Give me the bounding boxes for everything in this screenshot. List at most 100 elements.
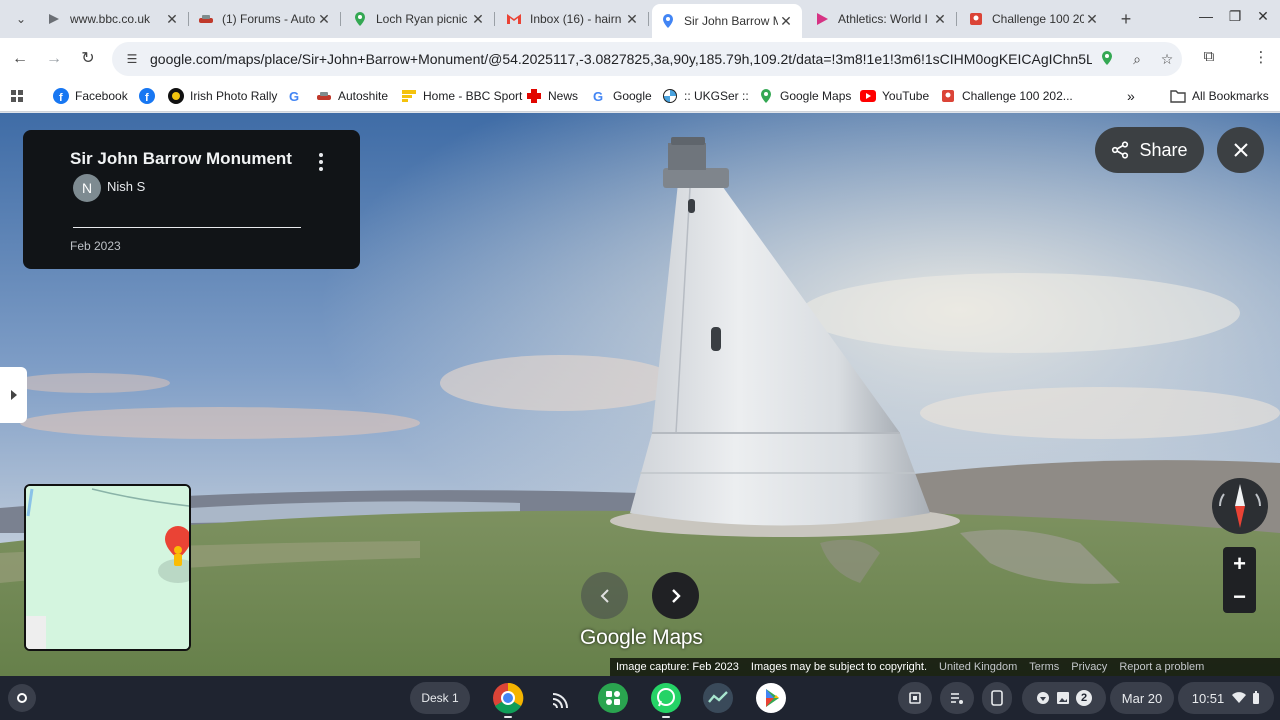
google-icon: G [591,88,607,104]
minimize-icon[interactable]: — [1196,8,1216,24]
phone-hub-button[interactable] [982,682,1012,714]
bookmark-bbc-sport[interactable]: Home - BBC Sport [401,86,522,106]
tab-title: Challenge 100 20 [992,12,1084,26]
restore-icon[interactable]: ❐ [1225,8,1245,25]
tab-bbc[interactable]: www.bbc.co.uk ✕ [38,4,189,34]
menu-icon[interactable]: ⋮ [1250,48,1272,66]
zoom-icon[interactable]: ⌕ [1122,51,1152,68]
whatsapp-app-icon[interactable] [650,682,682,714]
tab-sir-john-barrow[interactable]: Sir John Barrow M ✕ [652,4,802,38]
all-bookmarks[interactable]: All Bookmarks [1170,86,1269,106]
browser-toolbar: ← → ↻ ☰ google.com/maps/place/Sir+John+B… [0,38,1280,80]
zoom-in-button[interactable]: + [1223,547,1256,580]
holding-space-button[interactable] [898,682,932,714]
bookmark-facebook[interactable]: f Facebook [53,86,128,106]
stocks-app-icon[interactable] [702,682,734,714]
os-shelf: Desk 1 2 Mar 20 10:51 [0,676,1280,720]
image-icon [1057,692,1069,704]
bookmark-facebook-2[interactable]: f [139,86,161,106]
svg-text:f: f [59,92,63,104]
region-link[interactable]: United Kingdom [939,661,1017,673]
mini-map-drawing [26,486,189,649]
car-icon [316,88,332,104]
close-street-view-button[interactable] [1217,127,1264,173]
bookmark-star-icon[interactable]: ☆ [1152,51,1182,68]
tab-title: Loch Ryan picnic [376,12,468,26]
tab-loch-ryan[interactable]: Loch Ryan picnic ✕ [344,4,495,34]
tab-search-chevron-icon[interactable]: ⌄ [8,7,34,31]
address-url[interactable]: google.com/maps/place/Sir+John+Barrow+Mo… [150,51,1092,67]
report-problem-link[interactable]: Report a problem [1119,661,1204,673]
more-options-icon[interactable] [313,150,329,174]
bookmarks-overflow-icon[interactable]: » [1127,86,1135,106]
tab-close-icon[interactable]: ✕ [470,11,486,28]
bookmark-autoshite[interactable]: Autoshite [316,86,388,106]
download-icon [1037,692,1049,704]
youtube-icon [860,88,876,104]
desk-switcher[interactable]: Desk 1 [410,682,470,714]
challenge-icon [968,11,984,27]
compass-button[interactable] [1212,478,1268,534]
divider [73,227,301,228]
address-bar[interactable]: ☰ google.com/maps/place/Sir+John+Barrow+… [112,42,1182,76]
zoom-out-button[interactable]: − [1223,580,1256,613]
date-tray[interactable]: Mar 20 [1110,682,1174,714]
tab-close-icon[interactable]: ✕ [778,13,794,30]
tab-athletics[interactable]: Athletics: World I ✕ [806,4,957,34]
tab-close-icon[interactable]: ✕ [932,11,948,28]
chevron-right-icon [671,588,681,603]
google-maps-logo: Google Maps [580,626,703,649]
photo-author[interactable]: Nish S [107,179,145,194]
status-area[interactable]: 10:51 [1178,682,1274,714]
tab-inbox[interactable]: Inbox (16) - hairn ✕ [498,4,649,34]
media-controls-button[interactable] [940,682,974,714]
close-window-icon[interactable]: ✕ [1253,8,1273,25]
terms-link[interactable]: Terms [1029,661,1059,673]
tab-close-icon[interactable]: ✕ [164,11,180,28]
play-store-app-icon[interactable] [755,682,787,714]
bookmark-google-2[interactable]: G Google [591,86,652,106]
apps-grid-icon[interactable] [10,86,24,106]
bookmark-google[interactable]: G [287,86,309,106]
avatar[interactable]: N [73,174,101,202]
bookmark-challenge[interactable]: Challenge 100 202... [940,86,1073,106]
apps-app-icon[interactable] [597,682,629,714]
pegman-icon[interactable] [174,546,182,554]
bookmark-irish-photo-rally[interactable]: Irish Photo Rally [168,86,277,106]
privacy-link[interactable]: Privacy [1071,661,1107,673]
tab-strip: ⌄ www.bbc.co.uk ✕ (1) Forums - Auto ✕ Lo… [0,0,1280,38]
expand-side-panel-button[interactable] [0,367,27,423]
next-photo-button[interactable] [652,572,699,619]
bookmark-youtube[interactable]: YouTube [860,86,929,106]
tab-challenge[interactable]: Challenge 100 20 ✕ [960,4,1108,34]
site-info-icon[interactable]: ☰ [122,52,142,66]
back-button[interactable]: ← [9,48,31,70]
launcher-button[interactable] [8,684,36,712]
tab-forums[interactable]: (1) Forums - Auto ✕ [190,4,341,34]
bookmark-google-maps[interactable]: Google Maps [758,86,851,106]
bookmarks-bar: f Facebook f Irish Photo Rally G Autoshi… [0,80,1280,112]
forward-button[interactable]: → [43,48,65,70]
extensions-icon[interactable]: ⧉ [1198,48,1220,65]
new-tab-button[interactable]: + [1116,9,1136,29]
tab-title: (1) Forums - Auto [222,12,316,26]
bmw-icon [662,88,678,104]
previous-photo-button[interactable] [581,572,628,619]
chrome-app-icon[interactable] [492,682,524,714]
tab-title: Sir John Barrow M [684,14,778,28]
capture-date-selector[interactable]: Feb 2023 [70,239,121,253]
tab-close-icon[interactable]: ✕ [1084,11,1100,28]
reload-button[interactable]: ↻ [77,48,99,70]
street-view-panorama[interactable]: Sir John Barrow Monument N Nish S Feb 20… [0,113,1280,676]
mini-map[interactable] [24,484,191,651]
place-title[interactable]: Sir John Barrow Monument [70,149,292,169]
notifications-tray[interactable]: 2 [1022,682,1106,714]
cast-app-icon[interactable] [545,682,577,714]
maps-app-icon[interactable] [1092,50,1122,69]
share-label: Share [1139,139,1188,160]
tab-close-icon[interactable]: ✕ [316,11,332,28]
bookmark-news[interactable]: News [526,86,578,106]
share-button[interactable]: Share [1095,127,1204,173]
bookmark-ukgser[interactable]: :: UKGSer :: [662,86,749,106]
tab-close-icon[interactable]: ✕ [624,11,640,28]
